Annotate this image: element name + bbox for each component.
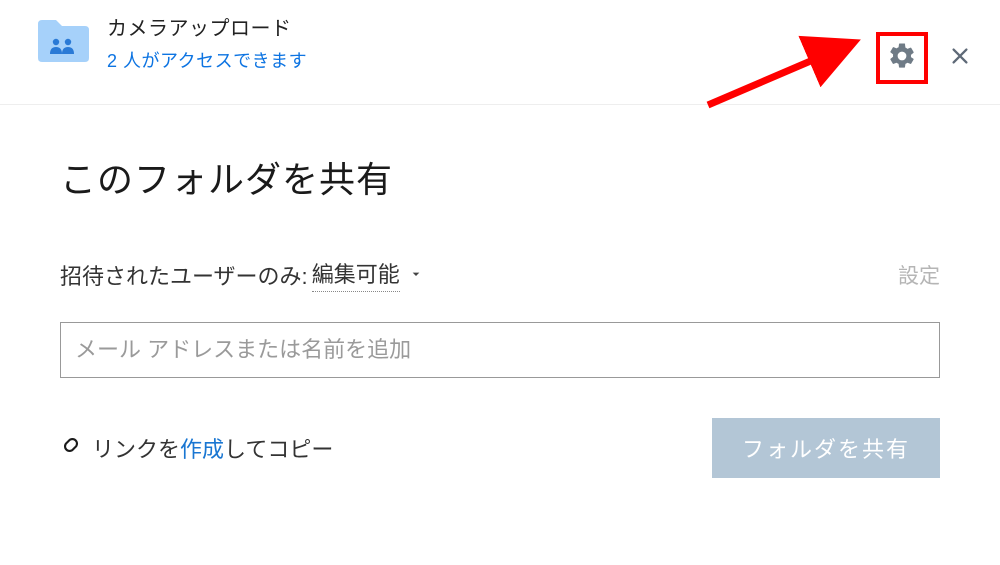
email-input[interactable] [60,322,940,378]
dialog-header: カメラアップロード 2 人がアクセスできます [0,0,1000,105]
folder-info: カメラアップロード 2 人がアクセスできます [107,12,876,73]
link-text-prefix: リンクを [92,432,180,464]
close-button[interactable] [940,38,980,78]
footer-row: リンクを 作成 してコピー フォルダを共有 [60,418,940,478]
dialog-body: このフォルダを共有 招待されたユーザーのみ: 編集可能 設定 リンクを 作成 し… [0,105,1000,478]
create-link-action[interactable]: リンクを 作成 してコピー [60,432,333,464]
share-heading: このフォルダを共有 [60,151,940,203]
permission-settings-link[interactable]: 設定 [898,260,940,290]
shared-folder-icon [36,16,91,64]
permission-value: 編集可能 [312,257,400,292]
folder-access-link[interactable]: 2 人がアクセスできます [107,47,876,73]
link-text-suffix: してコピー [224,432,333,464]
header-actions [876,32,980,84]
folder-name: カメラアップロード [107,12,876,41]
permission-label: 招待されたユーザーのみ: [60,259,308,291]
gear-icon [887,41,917,76]
close-icon [949,45,971,72]
settings-button[interactable] [876,32,928,84]
permission-row: 招待されたユーザーのみ: 編集可能 設定 [60,257,940,292]
permission-selector[interactable]: 招待されたユーザーのみ: 編集可能 [60,257,424,292]
link-text-action: 作成 [180,432,224,464]
link-icon [60,434,82,462]
chevron-down-icon [408,262,424,288]
share-folder-button[interactable]: フォルダを共有 [712,418,940,478]
